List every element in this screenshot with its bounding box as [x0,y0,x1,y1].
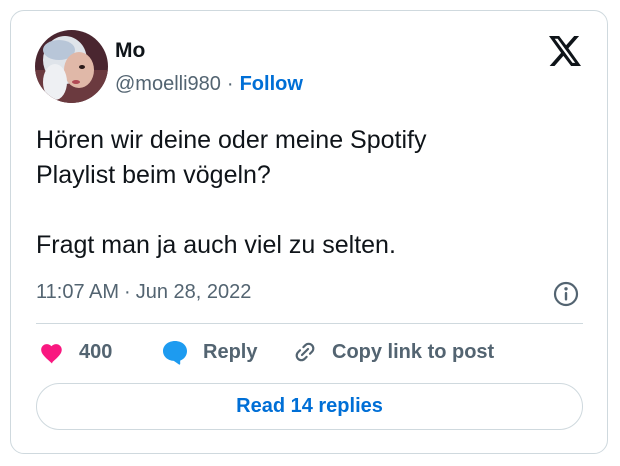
tweet-time: 11:07 AM [36,281,120,303]
info-icon[interactable] [552,280,580,308]
x-logo-icon[interactable] [549,36,581,66]
speech-bubble-icon [163,341,187,365]
link-icon [295,342,315,362]
like-count: 400 [79,340,113,363]
follow-link[interactable]: Follow [240,73,303,95]
read-replies-label: Read 14 replies [236,395,383,417]
avatar[interactable] [35,30,108,103]
copy-link-label: Copy link to post [332,340,495,363]
display-name[interactable]: Mo [115,38,145,64]
reply-label: Reply [203,340,258,363]
tweet-card: Mo @moelli980 · Follow Hören wir deine ode… [10,10,608,454]
handle-row: @moelli980 · Follow [115,71,303,97]
timestamp-separator: · [124,281,131,303]
divider [36,323,583,324]
user-handle[interactable]: @moelli980 [115,73,221,95]
tweet-date: Jun 28, 2022 [135,281,252,303]
heart-icon [41,344,62,364]
read-replies-button[interactable]: Read 14 replies [36,383,583,430]
tweet-timestamp[interactable]: 11:07 AM · Jun 28, 2022 [36,277,251,307]
like-button[interactable]: 400 [39,337,112,367]
handle-separator: · [226,73,234,95]
reply-button[interactable]: Reply [161,337,257,367]
tweet-text: Hören wir deine oder meine Spotify Playl… [36,126,427,259]
copy-link-button[interactable]: Copy link to post [292,337,494,367]
